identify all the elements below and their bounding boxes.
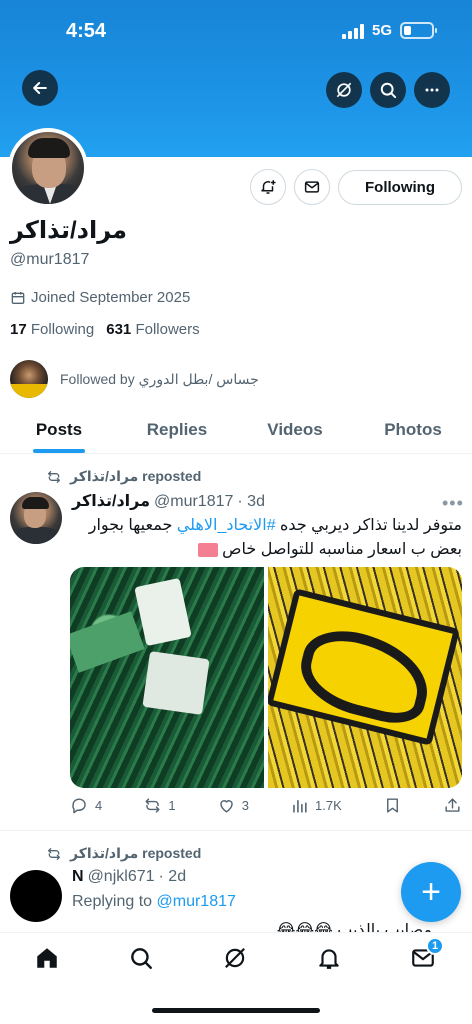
bookmark-icon bbox=[386, 798, 398, 813]
signal-icon bbox=[341, 23, 364, 39]
tab-posts[interactable]: Posts bbox=[0, 410, 118, 453]
tab-replies[interactable]: Replies bbox=[118, 410, 236, 453]
notify-button[interactable] bbox=[250, 169, 286, 205]
post-text: متوفر لدينا تذاكر ديربي جده #الاتحاد_الا… bbox=[88, 517, 462, 558]
post-header: مراد/تذاكر @mur1817 · 3d bbox=[72, 491, 265, 511]
search-icon bbox=[131, 948, 152, 969]
plus-icon: + bbox=[421, 872, 441, 911]
like-button[interactable]: 3 bbox=[217, 796, 249, 815]
post-more-button[interactable]: ••• bbox=[442, 493, 464, 514]
post-actions: 4 1 3 1.7K bbox=[70, 796, 462, 815]
profile-avatar[interactable] bbox=[8, 128, 88, 208]
bookmark-button[interactable] bbox=[383, 796, 402, 815]
messages-badge: 1 bbox=[426, 937, 444, 955]
post-divider bbox=[0, 830, 472, 831]
compose-button[interactable]: + bbox=[401, 862, 461, 922]
share-icon bbox=[445, 798, 460, 812]
replying-to-link[interactable]: @mur1817 bbox=[157, 893, 236, 910]
replying-to: Replying to @mur1817 bbox=[72, 893, 236, 910]
follower-avatar bbox=[10, 360, 48, 398]
ticket-emoji-icon bbox=[197, 542, 218, 557]
repost-button[interactable]: 1 bbox=[143, 796, 176, 815]
home-indicator bbox=[152, 1008, 320, 1013]
nav-home[interactable] bbox=[34, 945, 64, 975]
profile-display-name: مراد/تذاكر bbox=[10, 217, 127, 244]
following-button[interactable]: Following bbox=[338, 170, 462, 205]
repost-indicator: مراد/تذاكر reposted bbox=[46, 468, 201, 485]
more-options-button[interactable] bbox=[414, 72, 450, 108]
post-author-avatar[interactable] bbox=[10, 870, 62, 922]
post-image-green-fans[interactable] bbox=[70, 567, 264, 788]
back-button[interactable] bbox=[22, 70, 58, 106]
calendar-icon bbox=[11, 291, 25, 304]
views-button[interactable]: 1.7K bbox=[290, 796, 342, 815]
profile-tabs: Posts Replies Videos Photos bbox=[0, 410, 472, 454]
post-header: N @njkl671 · 2d bbox=[72, 868, 186, 886]
arrow-left-icon bbox=[33, 82, 47, 94]
nav-grok[interactable] bbox=[222, 945, 252, 975]
post-author-handle[interactable]: @mur1817 bbox=[154, 493, 233, 511]
repost-icon bbox=[48, 470, 60, 483]
tab-videos[interactable]: Videos bbox=[236, 410, 354, 453]
followed-by[interactable]: Followed by جساس /بطل الدوري bbox=[10, 360, 259, 398]
nav-notifications[interactable] bbox=[316, 945, 346, 975]
post-author-handle[interactable]: @njkl671 bbox=[88, 868, 155, 886]
following-count-link[interactable]: 17 Following bbox=[10, 321, 94, 338]
joined-date: Joined September 2025 bbox=[10, 289, 190, 306]
bell-plus-icon bbox=[261, 180, 276, 194]
post-media bbox=[70, 567, 462, 788]
reply-button[interactable]: 4 bbox=[70, 796, 102, 815]
repost-icon bbox=[48, 847, 60, 860]
grok-icon bbox=[225, 948, 245, 968]
more-horizontal-icon bbox=[425, 88, 439, 92]
joined-text: Joined September 2025 bbox=[31, 289, 191, 306]
nav-search[interactable] bbox=[128, 945, 158, 975]
post-time[interactable]: · 2d bbox=[159, 868, 187, 886]
status-time: 4:54 bbox=[66, 20, 107, 42]
profile-handle: @mur1817 bbox=[10, 251, 90, 268]
follow-counts: 17 Following 631 Followers bbox=[10, 321, 200, 338]
network-label: 5G bbox=[371, 22, 392, 39]
followed-by-text: Followed by جساس /بطل الدوري bbox=[60, 370, 259, 387]
search-icon bbox=[380, 82, 397, 99]
message-button[interactable] bbox=[294, 169, 330, 205]
battery-icon bbox=[400, 22, 437, 39]
repost-icon bbox=[145, 798, 160, 813]
post-image-yellow-fans[interactable] bbox=[268, 567, 462, 788]
grok-icon bbox=[336, 82, 352, 98]
home-icon bbox=[37, 948, 57, 968]
post-author-avatar[interactable] bbox=[10, 492, 62, 544]
post-time[interactable]: · 3d bbox=[237, 493, 265, 511]
post-author-name[interactable]: مراد/تذاكر bbox=[72, 491, 150, 511]
status-indicators: 5G bbox=[341, 22, 437, 39]
nav-messages[interactable]: 1 bbox=[410, 937, 444, 975]
tab-photos[interactable]: Photos bbox=[354, 410, 472, 453]
search-button[interactable] bbox=[370, 72, 406, 108]
comment-icon bbox=[72, 798, 86, 814]
envelope-icon bbox=[304, 181, 320, 193]
analytics-icon bbox=[293, 799, 307, 813]
hashtag-link[interactable]: #الاتحاد_الاهلي bbox=[177, 517, 276, 534]
followers-count-link[interactable]: 631 Followers bbox=[106, 321, 199, 338]
grok-button[interactable] bbox=[326, 72, 362, 108]
repost-indicator: مراد/تذاكر reposted bbox=[46, 845, 201, 862]
bell-icon bbox=[319, 949, 339, 969]
share-button[interactable] bbox=[443, 796, 462, 815]
post-author-name[interactable]: N bbox=[72, 868, 84, 886]
heart-icon bbox=[219, 800, 233, 813]
